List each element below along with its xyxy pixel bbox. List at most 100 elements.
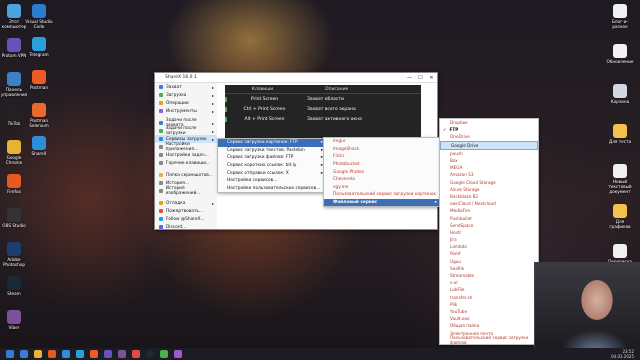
desktop-icon[interactable]: Adobe Photoshop <box>0 242 28 267</box>
desktop-icon[interactable]: Firefox <box>0 174 28 194</box>
image-uploader-item[interactable]: Пользовательский сервис загрузки картино… <box>324 191 440 199</box>
file-service-item[interactable]: Streamable <box>440 272 538 279</box>
main-menu-item[interactable]: Пожертвовать... <box>155 207 217 215</box>
main-menu-item[interactable]: Discord... <box>155 223 217 231</box>
start-icon[interactable] <box>6 350 14 358</box>
file-service-item[interactable]: Box <box>440 157 538 164</box>
desktop-icon[interactable]: Этот компьютер <box>0 4 28 29</box>
file-service-item[interactable]: Hostr <box>440 229 538 236</box>
desktop-icon[interactable]: Блог-и-разное <box>606 4 634 29</box>
hotkey-row[interactable]: Ctrl + Print Screen Захват всего экрана <box>225 104 421 114</box>
file-service-item[interactable]: Google Drive <box>440 140 538 150</box>
file-uploader-item[interactable]: Файловый сервис ▸ <box>324 198 440 207</box>
main-menu-item[interactable]: Захват ▸ <box>155 83 217 91</box>
taskbar-app-icon[interactable] <box>76 350 84 358</box>
minimize-button[interactable]: — <box>404 75 415 81</box>
desktop-icon[interactable]: TikTok <box>0 106 28 126</box>
main-menu-item[interactable]: Задачи после загрузки ▸ <box>155 126 217 136</box>
main-menu-item[interactable]: Настройки задач... <box>155 151 217 159</box>
file-service-item[interactable]: Backblaze B2 <box>440 193 538 200</box>
main-menu-item[interactable]: История изображений... <box>155 186 217 196</box>
services-menu-item[interactable]: Сервис загрузки текстов: Pastebin ▸ <box>218 147 326 155</box>
services-menu-item[interactable]: Настройки сервисов... <box>218 177 326 185</box>
desktop-icon[interactable]: Telegram <box>25 37 53 57</box>
file-service-item[interactable]: Google Cloud Storage <box>440 179 538 186</box>
file-service-item[interactable]: Общая папка <box>440 322 538 329</box>
taskbar-app-icon[interactable] <box>174 350 182 358</box>
file-service-item[interactable]: s-ul <box>440 279 538 286</box>
image-uploader-item[interactable]: Google Photos <box>324 168 440 176</box>
desktop-icon[interactable]: Postman Selenium <box>25 103 53 128</box>
desktop-icon[interactable]: Корзина <box>606 84 634 104</box>
taskbar-app-icon[interactable] <box>146 350 154 358</box>
services-menu-item[interactable]: Сервис отправки ссылок: X ▸ <box>218 169 326 177</box>
taskbar-app-icon[interactable] <box>48 350 56 358</box>
desktop-icon[interactable]: Protom VPN <box>0 38 28 58</box>
services-menu-item[interactable]: Сервис загрузки картинок: FTP ▸ <box>218 139 326 147</box>
services-menu-item[interactable]: Сервис загрузки файлов: FTP ▸ <box>218 154 326 162</box>
taskbar-app-icon[interactable] <box>90 350 98 358</box>
desktop-icon[interactable]: Обновление <box>606 44 634 64</box>
file-service-item[interactable]: Uguu <box>440 258 538 265</box>
desktop-icon[interactable]: ShareX <box>25 136 53 156</box>
file-service-item[interactable]: Jira <box>440 236 538 243</box>
main-menu-item[interactable]: Операции ▸ <box>155 99 217 107</box>
taskbar-app-icon[interactable] <box>34 350 42 358</box>
main-menu-item[interactable]: Папка скриншотов... <box>155 171 217 179</box>
main-menu-item[interactable]: Горячие клавиши... <box>155 159 217 167</box>
file-service-item[interactable]: Lambda <box>440 243 538 250</box>
desktop-icon[interactable]: Google Chrome <box>0 140 28 165</box>
close-button[interactable]: ✕ <box>426 75 437 81</box>
file-service-item[interactable]: ownCloud / Nextcloud <box>440 200 538 207</box>
main-menu-item[interactable]: Follow @ShareX... <box>155 215 217 223</box>
file-service-item[interactable]: Amazon S3 <box>440 171 538 178</box>
file-service-item[interactable]: Plik <box>440 301 538 308</box>
services-menu-item[interactable]: Настройки пользовательских сервисов... <box>218 185 326 193</box>
file-service-item[interactable]: SendSpace <box>440 222 538 229</box>
file-service-item[interactable]: Seafile <box>440 265 538 272</box>
desktop-icon[interactable]: OBS Studio <box>0 208 28 228</box>
image-uploader-item[interactable]: Chevereto <box>324 176 440 184</box>
desktop-icon[interactable]: Postman <box>25 70 53 90</box>
file-service-item[interactable]: Vault.ooo <box>440 315 538 322</box>
file-service-item[interactable]: MediaFire <box>440 207 538 214</box>
desktop-icon[interactable]: Viber <box>0 310 28 330</box>
image-uploader-item[interactable]: vgy.me <box>324 184 440 192</box>
desktop-icon[interactable]: Панель управления <box>0 72 28 97</box>
taskbar-app-icon[interactable] <box>132 350 140 358</box>
image-uploader-item[interactable]: Photobucket <box>324 161 440 169</box>
taskbar-app-icon[interactable] <box>118 350 126 358</box>
file-service-item[interactable]: transfer.sh <box>440 294 538 301</box>
services-menu-item[interactable]: Сервис коротких ссылок: bit.ly ▸ <box>218 162 326 170</box>
main-menu-item[interactable]: Настройки приложения... <box>155 142 217 152</box>
taskbar-app-icon[interactable] <box>20 350 28 358</box>
taskbar-app-icon[interactable] <box>104 350 112 358</box>
hotkey-row[interactable]: Alt + Print Screen Захват активного окна <box>225 114 421 124</box>
desktop-icon[interactable]: Для теста <box>606 124 634 144</box>
maximize-button[interactable]: ☐ <box>415 75 426 81</box>
file-service-item[interactable]: Dropbox <box>440 119 538 126</box>
file-service-item[interactable]: Пользовательский сервис загрузки файлов <box>440 335 538 345</box>
file-service-item[interactable]: puush <box>440 150 538 157</box>
desktop-icon[interactable]: Переписка <box>606 244 634 264</box>
image-uploader-item[interactable]: Imgur <box>324 138 440 146</box>
hotkey-row[interactable]: Print Screen Захват области <box>225 94 421 104</box>
file-service-item[interactable]: ✓ FTP <box>440 126 538 133</box>
file-service-item[interactable]: OneDrive <box>440 133 538 140</box>
desktop-icon[interactable]: Для графиков <box>606 204 634 229</box>
image-uploader-item[interactable]: ImageShack <box>324 146 440 154</box>
file-service-item[interactable]: LobFile <box>440 286 538 293</box>
main-menu-item[interactable]: Отладка ▸ <box>155 199 217 207</box>
file-service-item[interactable]: Pushbullet <box>440 214 538 221</box>
file-service-item[interactable]: Pomf <box>440 250 538 257</box>
file-service-item[interactable]: MEGA <box>440 164 538 171</box>
taskbar-clock[interactable]: 23:52 04.03.2025 <box>611 349 634 359</box>
image-uploader-item[interactable]: Flickr <box>324 153 440 161</box>
main-menu-item[interactable]: Загрузка ▸ <box>155 91 217 99</box>
desktop-icon[interactable]: Visual Studio Code <box>25 4 53 29</box>
desktop-icon[interactable]: Steam <box>0 276 28 296</box>
file-service-item[interactable]: YouTube <box>440 308 538 315</box>
file-service-item[interactable]: Azure Storage <box>440 186 538 193</box>
main-menu-item[interactable]: Инструменты ▸ <box>155 107 217 115</box>
taskbar-app-icon[interactable] <box>160 350 168 358</box>
